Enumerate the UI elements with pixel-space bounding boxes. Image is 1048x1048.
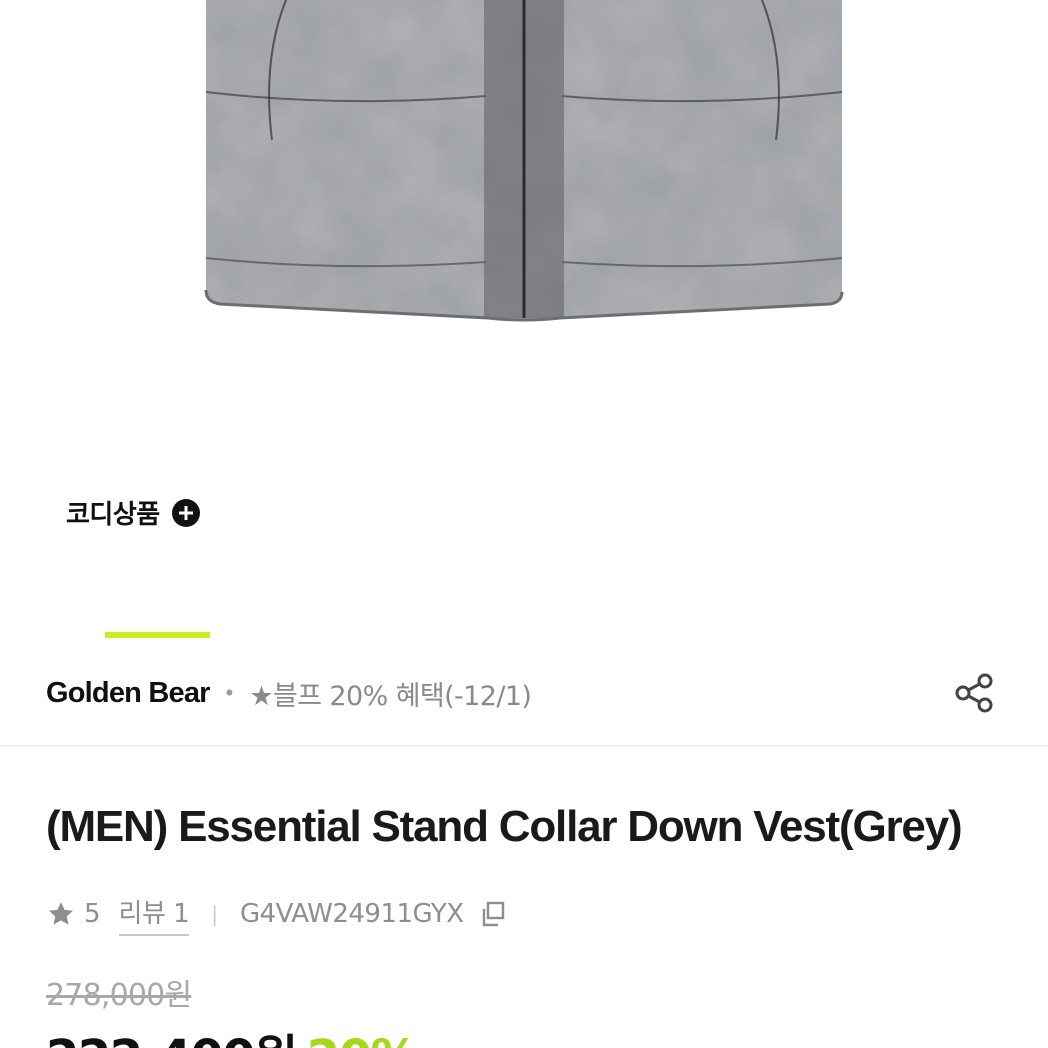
original-price: 278,000원 [46,978,192,1013]
brand-link[interactable]: Golden Bear [46,677,210,710]
brand-row: Golden Bear • ★블프 20% 혜택(-12/1) [46,668,1002,718]
coordi-label: 코디상품 [66,500,160,530]
plus-circle-icon [171,498,200,527]
discount-rate: 20% [307,1030,419,1048]
vest-image [204,0,844,322]
rating-value: 5 [84,899,101,929]
share-icon[interactable] [952,670,998,716]
product-meta: 5 리뷰 1 | G4VAW24911GYX [46,892,508,936]
brand-separator: • [225,680,234,705]
sale-price: 222,400원 [46,1018,298,1048]
section-divider [0,745,1048,747]
product-image[interactable] [0,0,1048,470]
coordi-products-button[interactable]: 코디상품 [66,494,200,531]
review-link[interactable]: 리뷰 1 [118,893,190,936]
product-sku: G4VAW24911GYX [239,899,464,929]
meta-separator: | [211,902,218,926]
star-icon [49,902,73,925]
copy-icon[interactable] [478,899,508,929]
product-title: (MEN) Essential Stand Collar Down Vest(G… [46,802,963,851]
sale-price-row: 222,400원 20% [46,1018,419,1048]
promo-text: ★블프 20% 혜택(-12/1) [249,680,532,712]
carousel-indicator [105,632,210,638]
